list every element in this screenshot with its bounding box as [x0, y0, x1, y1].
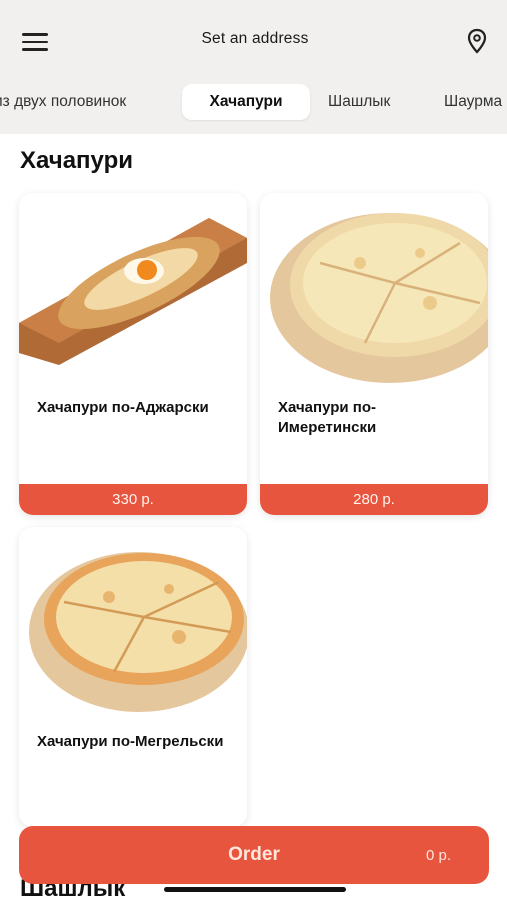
- address-selector[interactable]: Set an address: [150, 30, 360, 48]
- product-name: Хачапури по-Мегрельски: [37, 733, 224, 750]
- product-price[interactable]: 330 р.: [19, 484, 247, 515]
- product-name: Хачапури по-Имеретински: [278, 399, 377, 436]
- product-name: Хачапури по-Аджарски: [37, 399, 209, 416]
- tab-shawarma[interactable]: Шаурма: [428, 84, 507, 120]
- tab-khachapuri[interactable]: Хачапури: [182, 84, 310, 120]
- home-indicator: [164, 887, 346, 892]
- product-image-imeretian: [260, 193, 488, 383]
- product-image-megrelian: [19, 527, 247, 717]
- section-title-khachapuri: Хачапури: [20, 147, 133, 174]
- product-card[interactable]: Хачапури по-Аджарски 330 р.: [19, 193, 247, 515]
- top-bar: Set an address из двух половинок Хачапур…: [0, 0, 507, 134]
- category-tabs: из двух половинок Хачапури Шашлык Шаурма: [0, 84, 507, 122]
- hamburger-menu-icon[interactable]: [22, 33, 48, 51]
- order-total: 0 р.: [425, 847, 451, 864]
- tab-halves[interactable]: из двух половинок: [0, 84, 142, 120]
- order-button[interactable]: Order 0 р.: [19, 826, 489, 884]
- tab-shashlik[interactable]: Шашлык: [312, 84, 406, 120]
- product-price[interactable]: 280 р.: [260, 484, 488, 515]
- product-image-adjarian: [19, 193, 247, 383]
- product-card[interactable]: Хачапури по-Мегрельски: [19, 527, 247, 827]
- map-pin-icon[interactable]: [466, 28, 488, 54]
- order-label: Order: [228, 844, 280, 865]
- product-card[interactable]: Хачапури по-Имеретински 280 р.: [260, 193, 488, 515]
